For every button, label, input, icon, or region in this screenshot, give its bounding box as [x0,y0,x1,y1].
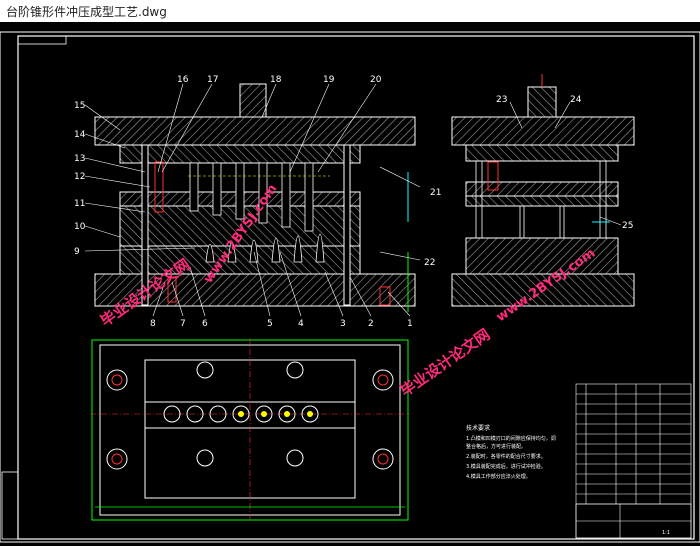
cad-viewport[interactable]: 16 17 18 19 20 15 14 13 12 11 10 9 8 7 6… [0,22,700,546]
tech-line-1: 1.凸模和凹模刃口的间隙应保持均匀，调 [466,435,556,442]
callout-19: 19 [323,75,335,85]
tech-line-4: 3.模具装配完成后，进行试冲检验。 [466,463,546,470]
callout-6: 6 [202,319,208,329]
callout-14: 14 [74,130,86,140]
callout-7: 7 [180,319,186,329]
window-title: 台阶锥形件冲压成型工艺.dwg [6,5,167,19]
side-upper-plate [451,116,635,146]
front-view [94,83,416,312]
callout-12: 12 [74,172,85,182]
callout-3: 3 [340,319,346,329]
die-shank [239,83,267,118]
side-view [451,74,635,307]
upper-die-plate [94,116,416,146]
title-block [575,383,692,539]
punch-holder [119,144,361,164]
callout-2: 2 [368,319,374,329]
guide-post-right [343,144,351,306]
callout-18: 18 [270,75,282,85]
title-block-scale: 1:1 [662,530,670,536]
callout-10: 10 [74,222,86,232]
plan-view [90,338,410,522]
cad-drawing: 16 17 18 19 20 15 14 13 12 11 10 9 8 7 6… [0,31,700,543]
callout-1: 1 [407,319,413,329]
watermark-cn-2: 毕业设计论文网 [397,325,493,400]
left-strip [1,471,19,540]
callout-22: 22 [424,258,435,268]
side-stripper [465,181,619,197]
callout-17: 17 [207,75,218,85]
callout-20: 20 [370,75,382,85]
callout-16: 16 [177,75,189,85]
side-callout-numbers: 23 24 25 [496,95,633,231]
callout-24: 24 [570,95,582,105]
tech-line-2: 整合格后，方可进行装配。 [466,443,526,450]
tech-requirements: 技术要求 1.凸模和凹模刃口的间隙应保持均匀，调 整合格后，方可进行装配。 2.… [466,424,556,480]
corner-box [17,35,67,45]
window-titlebar: 台阶锥形件冲压成型工艺.dwg [0,0,700,23]
callout-15: 15 [74,101,85,111]
callout-8: 8 [150,319,156,329]
tech-line-5: 4.模具工作部分应淬火处理。 [466,473,531,480]
tech-line-3: 2.装配时，各零件的配合尺寸要求。 [466,453,546,460]
side-shank [527,86,557,118]
callout-11: 11 [74,199,85,209]
callout-9: 9 [74,247,80,257]
tech-heading: 技术要求 [466,424,490,432]
callout-25: 25 [622,221,633,231]
callout-21: 21 [430,188,441,198]
callout-5: 5 [267,319,273,329]
side-punch-holder [465,144,619,162]
side-die [465,195,619,207]
callout-4: 4 [298,319,304,329]
callout-23: 23 [496,95,507,105]
callout-13: 13 [74,154,85,164]
